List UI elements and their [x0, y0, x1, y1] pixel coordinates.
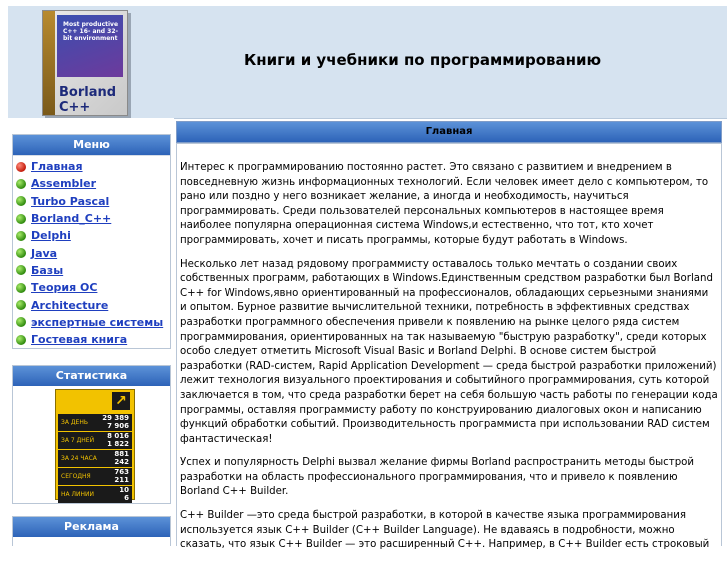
menu-item-expert-systems[interactable]: экспертные системы: [13, 314, 170, 331]
menu-item-borland-cpp[interactable]: Borland_C++: [13, 210, 170, 227]
article-paragraph: C++ Builder —это среда быстрой разработк…: [180, 510, 710, 551]
bullet-red-icon: [16, 161, 26, 172]
site-header: Most productive C++ 16- and 32-bit envir…: [8, 6, 727, 119]
counter-value-1: 763: [114, 468, 129, 476]
counter-logo: ↗: [56, 390, 134, 414]
counter-value-1: 10: [119, 486, 129, 494]
counter-row-label: НА ЛИНИИ: [61, 491, 95, 498]
bullet-green-icon: [16, 178, 26, 189]
menu-link[interactable]: Architecture: [31, 299, 108, 312]
main-content: Главная Интерес к программированию посто…: [174, 121, 722, 550]
article: Интерес к программированию постоянно рас…: [177, 161, 721, 562]
bullet-green-icon: [16, 265, 26, 276]
main-body: Интерес к программированию постоянно рас…: [176, 143, 722, 550]
menu-link[interactable]: Borland_C++: [31, 212, 111, 225]
ads-panel: Реклама: [12, 516, 171, 546]
bullet-green-icon: [16, 248, 26, 259]
menu-item-databases[interactable]: Базы: [13, 262, 170, 279]
counter-row: ЗА 7 ДНЕЙ 8 016 1 822: [58, 432, 132, 449]
counter-value-1: 29 389: [102, 414, 129, 422]
menu-link[interactable]: Главная: [31, 160, 83, 173]
counter-row: ЗА ДЕНЬ 29 389 7 906: [58, 414, 132, 431]
counter-row: СЕГОДНЯ 763 211: [58, 468, 132, 485]
menu-link[interactable]: Assembler: [31, 177, 96, 190]
menu-item-home[interactable]: Главная: [13, 158, 170, 175]
menu-link[interactable]: экспертные системы: [31, 316, 163, 329]
counter-value-1: 8 016: [107, 432, 129, 440]
article-paragraph: Несколько лет назад рядовому программист…: [180, 258, 718, 445]
stats-panel: Статистика ↗ ЗА ДЕНЬ 29 389 7 906 ЗА 7 ДНЕ…: [12, 365, 171, 504]
menu-panel: Меню Главная Assembler Turbo Pascal Borl…: [12, 134, 171, 349]
box-label: Borland C++: [59, 85, 117, 115]
main-heading-bar: Главная: [176, 121, 722, 143]
bullet-green-icon: [16, 196, 26, 207]
borland-cpp-box-image: Most productive C++ 16- and 32-bit envir…: [42, 10, 128, 116]
menu-item-turbo-pascal[interactable]: Turbo Pascal: [13, 193, 170, 210]
menu-link[interactable]: Turbo Pascal: [31, 195, 109, 208]
menu-item-architecture[interactable]: Architecture: [13, 296, 170, 313]
menu-item-assembler[interactable]: Assembler: [13, 175, 170, 192]
counter-value-2: 6: [124, 494, 129, 502]
counter-row: НА ЛИНИИ 10 6: [58, 486, 132, 503]
counter-row-label: ЗА 24 ЧАСА: [61, 455, 97, 462]
page-title: Книги и учебники по программированию: [244, 51, 602, 69]
menu-item-os-theory[interactable]: Теория ОС: [13, 279, 170, 296]
bullet-green-icon: [16, 317, 26, 328]
menu-item-java[interactable]: Java: [13, 244, 170, 261]
counter-row-label: СЕГОДНЯ: [61, 473, 91, 480]
counter-value-2: 7 906: [107, 422, 129, 430]
menu-link[interactable]: Теория ОС: [31, 281, 97, 294]
bullet-green-icon: [16, 334, 26, 345]
bullet-green-icon: [16, 300, 26, 311]
ads-panel-title: Реклама: [13, 517, 170, 537]
counter-row-label: ЗА 7 ДНЕЙ: [61, 437, 95, 444]
counter-value-2: 1 822: [107, 440, 129, 448]
counter-row-label: ЗА ДЕНЬ: [61, 419, 88, 426]
menu-item-delphi[interactable]: Delphi: [13, 227, 170, 244]
visit-counter[interactable]: ↗ ЗА ДЕНЬ 29 389 7 906 ЗА 7 ДНЕЙ 8 016 1 822…: [55, 389, 135, 503]
box-cover-band: Most productive C++ 16- and 32-bit envir…: [57, 15, 123, 77]
menu-link[interactable]: Гостевая книга: [31, 333, 127, 346]
box-spine: [43, 11, 55, 115]
bullet-green-icon: [16, 230, 26, 241]
bullet-green-icon: [16, 282, 26, 293]
menu-link[interactable]: Java: [31, 247, 57, 260]
box-cover-text: Most productive C++ 16- and 32-bit envir…: [63, 21, 119, 42]
menu-panel-title: Меню: [13, 135, 170, 155]
counter-value-1: 881: [114, 450, 129, 458]
menu-list: Главная Assembler Turbo Pascal Borland_C…: [13, 155, 170, 348]
article-paragraph: Успех и популярность Delphi вызвал желан…: [180, 457, 695, 498]
left-sidebar: Меню Главная Assembler Turbo Pascal Borl…: [8, 118, 174, 546]
menu-item-guestbook[interactable]: Гостевая книга: [13, 331, 170, 348]
counter-value-2: 211: [114, 476, 129, 484]
counter-row: ЗА 24 ЧАСА 881 242: [58, 450, 132, 467]
menu-link[interactable]: Delphi: [31, 229, 71, 242]
counter-value-2: 242: [114, 458, 129, 466]
menu-link[interactable]: Базы: [31, 264, 63, 277]
article-paragraph: Интерес к программированию постоянно рас…: [180, 162, 709, 246]
arrow-up-right-icon: ↗: [112, 392, 130, 410]
main-heading: Главная: [425, 126, 473, 137]
stats-panel-title: Статистика: [13, 366, 170, 386]
bullet-green-icon: [16, 213, 26, 224]
